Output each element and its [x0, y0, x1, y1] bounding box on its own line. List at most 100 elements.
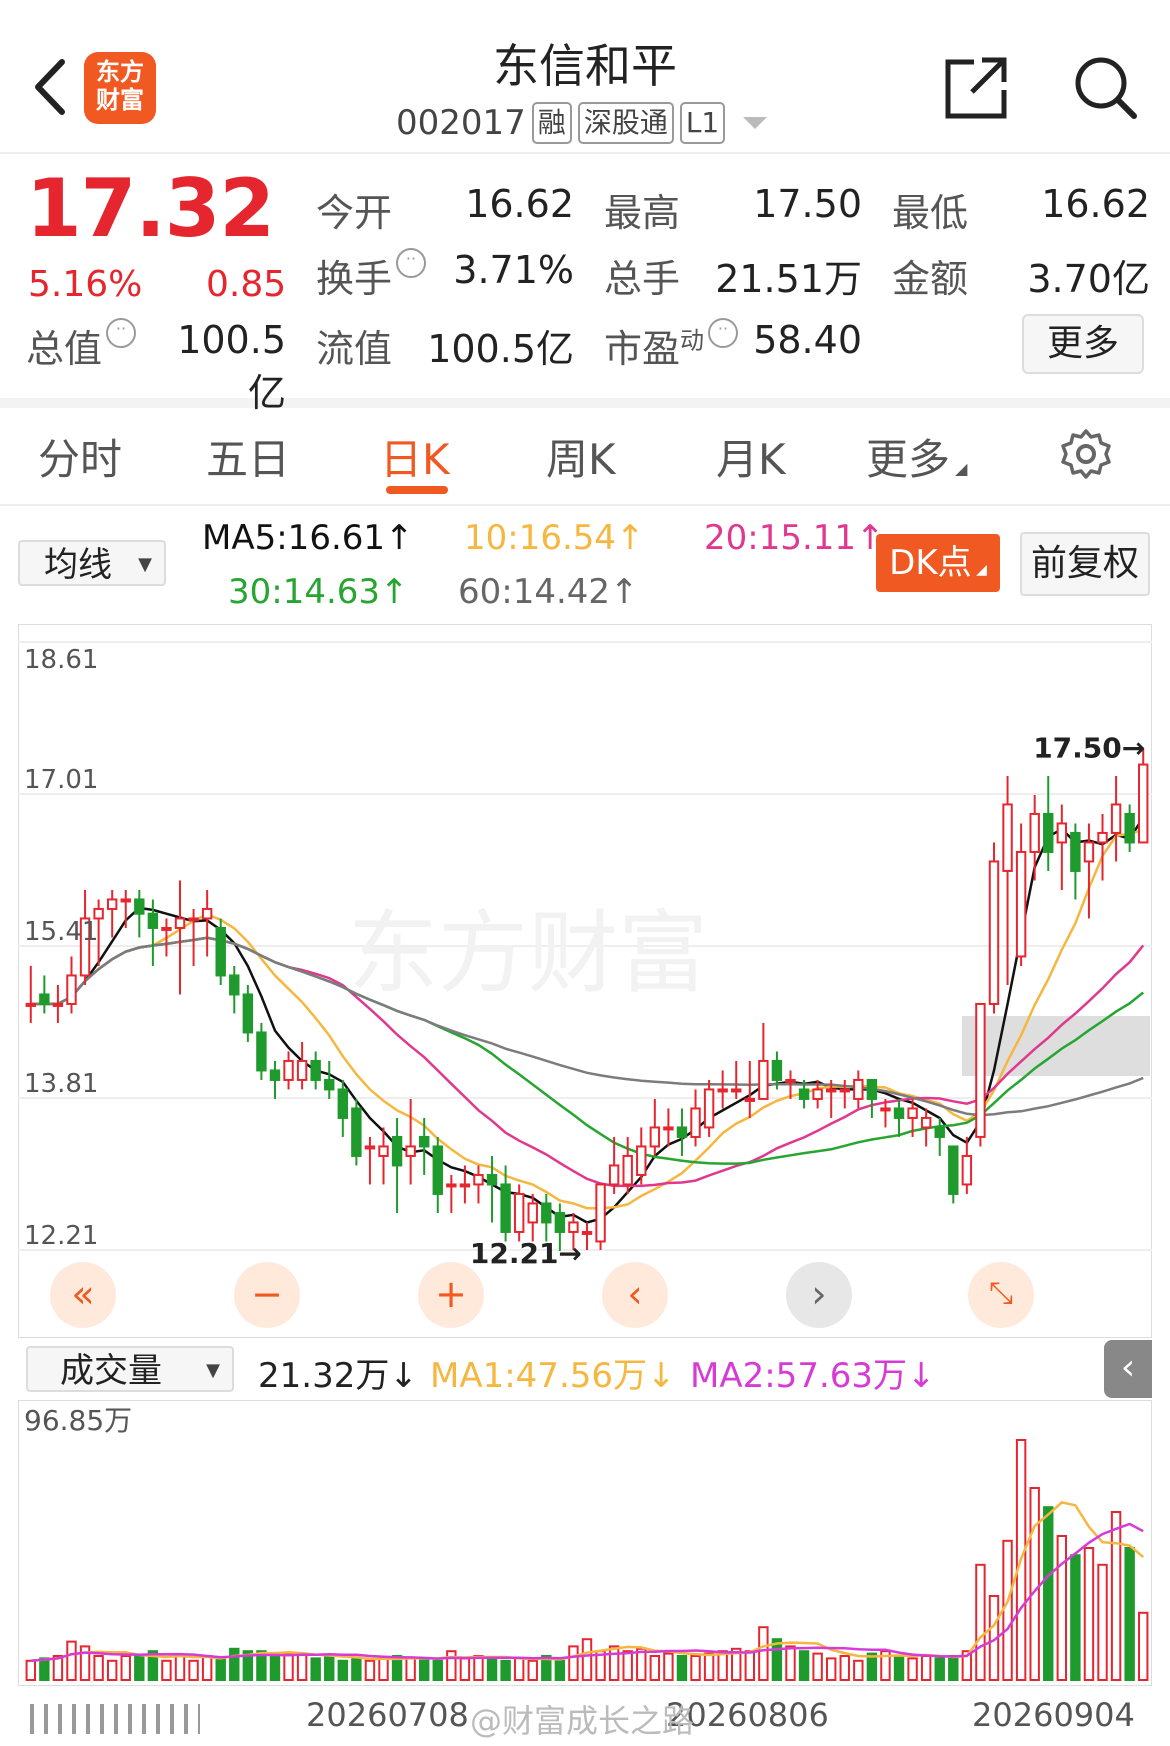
volume-bar [432, 1659, 443, 1681]
current-price: 17.32 [26, 162, 275, 255]
candle-body [893, 1107, 905, 1119]
y-tick-label: 17.01 [24, 765, 98, 795]
share-icon[interactable] [944, 54, 1010, 120]
change-percent: 5.16% [28, 264, 143, 305]
volume-bar [744, 1650, 756, 1681]
info-icon[interactable]: ·· [708, 318, 739, 348]
volume-bar [758, 1626, 769, 1681]
tab-five-day[interactable]: 五日 [206, 426, 290, 487]
candle-body [690, 1107, 701, 1138]
candle-body [269, 1069, 281, 1081]
tab-daily-k[interactable]: 日K [380, 426, 450, 487]
scroll-left-button[interactable]: ‹ [602, 1262, 668, 1328]
volume-bar [229, 1647, 240, 1682]
volume-bar [663, 1652, 674, 1682]
volume-bar [1070, 1554, 1081, 1681]
candle-body [201, 907, 213, 920]
label-amount: 金额 [892, 257, 969, 301]
info-icon[interactable]: ·· [106, 318, 137, 348]
fullscreen-button[interactable]: ⤡ [968, 1262, 1034, 1328]
scroll-left-fast-button[interactable]: « [50, 1262, 116, 1328]
tab-more[interactable]: 更多 ◢ [866, 426, 967, 487]
volume-bar [1110, 1511, 1122, 1681]
change-amount: 0.85 [206, 264, 287, 305]
candle-body [581, 1230, 593, 1235]
candle-body [1015, 850, 1027, 958]
candle-body [839, 1088, 850, 1093]
volume-bar [337, 1659, 349, 1681]
candle-body [907, 1107, 918, 1119]
volume-chart[interactable]: 96.85万 [18, 1400, 1152, 1686]
value-open: 16.62 [465, 182, 574, 226]
tab-weekly-k[interactable]: 周K [546, 426, 616, 487]
candle-body [513, 1192, 525, 1233]
candle-body [459, 1183, 471, 1188]
volume-bar [120, 1655, 131, 1681]
search-icon[interactable] [1072, 54, 1138, 120]
volume-max-label: 96.85万 [24, 1404, 132, 1437]
candle-body [446, 1183, 457, 1188]
candle-body [676, 1126, 688, 1138]
candle-body [1124, 812, 1135, 844]
volume-bar [1029, 1487, 1040, 1681]
candle-body [188, 917, 199, 922]
volume-bar [283, 1652, 294, 1682]
zoom-in-button[interactable]: + [418, 1262, 484, 1328]
scroll-right-button[interactable]: › [786, 1262, 852, 1328]
label-turnover: 换手 ·· [316, 248, 427, 303]
volume-bar [66, 1640, 77, 1682]
indicator-select[interactable]: 均线 ▼ [18, 540, 166, 586]
candle-body [948, 1145, 959, 1195]
candle-body [418, 1135, 430, 1148]
zoom-out-button[interactable]: − [234, 1262, 300, 1328]
label-float-cap: 流值 [316, 327, 393, 371]
weibo-watermark: @财富成长之路 [470, 1702, 695, 1740]
tab-intraday[interactable]: 分时 [38, 426, 122, 487]
candle-body [500, 1183, 511, 1233]
candle-body [486, 1173, 498, 1186]
candle-body [229, 974, 240, 996]
volume-bar [1043, 1506, 1054, 1681]
tab-monthly-k[interactable]: 月K [716, 426, 786, 487]
ma10-value: 10:16.54↑ [464, 518, 645, 558]
more-quote-button[interactable]: 更多 [1022, 314, 1144, 374]
volume-bar [1056, 1535, 1068, 1681]
label-pe: 市盈动 ·· [604, 318, 739, 373]
tag-connect: 深股通 [577, 102, 674, 144]
candle-body [324, 1078, 335, 1091]
candle-body [378, 1145, 389, 1157]
volume-bar [324, 1655, 335, 1681]
volume-bar [1002, 1539, 1013, 1681]
volume-ma2: MA2:57.63万↓ [690, 1356, 936, 1396]
info-icon[interactable]: ·· [396, 248, 427, 278]
candle-body [134, 898, 145, 915]
candle-body [988, 860, 1000, 1005]
collapse-panel-button[interactable]: ‹ [1104, 1340, 1152, 1398]
volume-bar [907, 1657, 918, 1681]
kline-chart[interactable]: 东方财富 18.61 17.01 15.41 13.81 12.21 17.50→ 12… [18, 624, 1152, 1338]
adjust-mode-button[interactable]: 前复权 [1020, 532, 1150, 596]
volume-bar [934, 1657, 945, 1681]
volume-bar [812, 1652, 823, 1682]
chart-watermark: 东方财富 [348, 904, 708, 1004]
ma5-value: MA5:16.61↑ [202, 518, 414, 558]
candle-body [364, 1145, 376, 1150]
volume-bar [405, 1657, 416, 1681]
corner-caret-icon: ◢ [950, 459, 968, 478]
volume-bar [893, 1655, 905, 1681]
volume-header: 成交量 ▼ 21.32万↓ MA1:47.56万↓ MA2:57.63万↓ ‹ [0, 1340, 1170, 1400]
dk-point-button[interactable]: DK点 ◢ [876, 534, 1000, 592]
volume-bar [473, 1655, 484, 1681]
volume-indicator-select[interactable]: 成交量 ▼ [26, 1346, 234, 1392]
value-volume: 21.51万 [715, 257, 862, 301]
volume-bar [310, 1657, 321, 1681]
tag-margin: 融 [531, 102, 572, 144]
value-total-cap: 100.5亿 [177, 318, 286, 415]
candle-body [174, 917, 186, 929]
dropdown-caret-icon[interactable] [741, 113, 769, 133]
volume-bar [296, 1652, 308, 1682]
y-tick-label: 13.81 [24, 1069, 98, 1099]
gear-icon[interactable] [1060, 428, 1112, 480]
select-caret-icon: ▼ [206, 1360, 220, 1381]
volume-bar [839, 1655, 850, 1681]
